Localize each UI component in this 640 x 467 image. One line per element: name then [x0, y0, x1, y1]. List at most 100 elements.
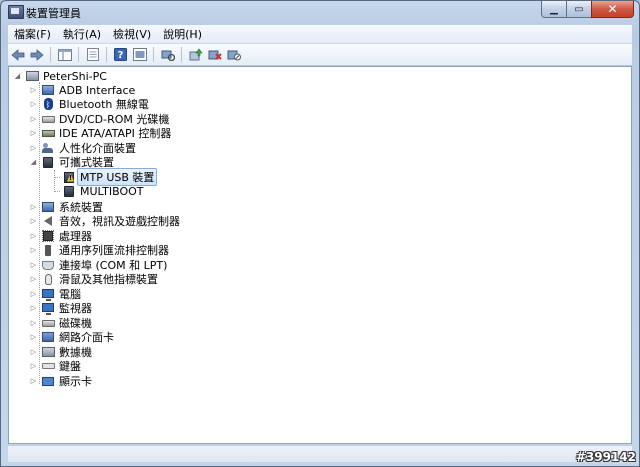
toolbar-separator — [106, 47, 107, 62]
menu-view[interactable]: 檢視(V) — [107, 26, 157, 42]
ide-controller-icon — [41, 127, 55, 140]
multiboot-device-icon — [62, 185, 76, 198]
toolbar-separator — [78, 47, 79, 62]
expand-arrow-icon[interactable]: ▷ — [29, 141, 38, 155]
speaker-icon — [41, 215, 55, 228]
menu-help[interactable]: 說明(H) — [157, 26, 208, 42]
tree-item-dvd-cdrom[interactable]: ▷ DVD/CD-ROM 光碟機 — [29, 112, 170, 126]
tree-item-bluetooth[interactable]: ▷ ᛒ Bluetooth 無線電 — [29, 97, 149, 111]
processor-icon — [41, 230, 55, 243]
forward-button[interactable] — [28, 46, 45, 63]
tree-item-keyboards[interactable]: ▷ 鍵盤 — [29, 359, 81, 373]
tree-item-network-adapters[interactable]: ▷ 網路介面卡 — [29, 330, 114, 344]
tree-item-label: 鍵盤 — [59, 360, 81, 373]
show-hidden-devices-button[interactable] — [131, 46, 148, 63]
expand-arrow-icon[interactable]: ▷ — [29, 200, 38, 214]
tree-item-label: MULTIBOOT — [80, 184, 144, 198]
minimize-icon: ▁ — [550, 3, 558, 15]
disable-button[interactable] — [225, 46, 242, 63]
tree-item-usb-controllers[interactable]: ▷ 通用序列匯流排控制器 — [29, 243, 169, 257]
expand-arrow-icon[interactable]: ▷ — [29, 316, 38, 330]
help-button[interactable]: ? — [112, 46, 129, 63]
mtp-warning-icon — [62, 171, 76, 184]
properties-sheet-icon — [86, 48, 99, 61]
tree-item-modems[interactable]: ▷ 數據機 — [29, 345, 92, 359]
toolbar: ? — [8, 44, 632, 66]
expand-arrow-icon[interactable]: ▷ — [29, 345, 38, 359]
expand-arrow-icon[interactable]: ▷ — [29, 301, 38, 315]
tree-item-computer[interactable]: ▷ 電腦 — [29, 287, 81, 301]
tree-item-adb-interface[interactable]: ▷ ADB Interface — [29, 83, 136, 97]
tree-item-mice[interactable]: ▷ 滑鼠及其他指標裝置 — [29, 272, 158, 286]
tree-item-processors[interactable]: ▷ 處理器 — [29, 229, 92, 243]
tree-connector-line — [54, 191, 60, 192]
monitor-icon — [41, 302, 55, 315]
bluetooth-icon: ᛒ — [41, 98, 55, 111]
menu-action[interactable]: 執行(A) — [57, 26, 107, 42]
expand-arrow-icon[interactable]: ▷ — [29, 112, 38, 126]
dvd-drive-icon — [41, 113, 55, 126]
tree-item-multiboot[interactable]: MULTIBOOT — [62, 184, 144, 198]
tree-item-portable-devices[interactable]: ◢ 可攜式裝置 — [29, 155, 114, 169]
disk-drive-icon — [41, 317, 55, 330]
scan-hardware-button[interactable] — [159, 46, 176, 63]
back-button[interactable] — [9, 46, 26, 63]
tree-connector-line — [54, 177, 60, 178]
tree-root-row[interactable]: ◢ PeterShi-PC — [13, 69, 107, 83]
port-icon — [41, 259, 55, 272]
expand-arrow-icon[interactable]: ▷ — [29, 83, 38, 97]
expand-arrow-icon[interactable]: ▷ — [29, 126, 38, 140]
show-hide-console-tree-button[interactable] — [56, 46, 73, 63]
modem-icon — [41, 346, 55, 359]
maximize-icon: ▭ — [574, 3, 584, 15]
tree-item-mtp-usb-device[interactable]: MTP USB 裝置 — [62, 168, 158, 186]
expand-arrow-icon[interactable]: ▷ — [29, 272, 38, 286]
network-adapter-icon — [41, 331, 55, 344]
tree-item-sound-video-game[interactable]: ▷ 音效，視訊及遊戲控制器 — [29, 214, 180, 228]
toolbar-separator — [50, 47, 51, 62]
expand-arrow-icon[interactable]: ▷ — [29, 229, 38, 243]
expand-arrow-icon[interactable]: ▷ — [29, 258, 38, 272]
tree-item-display-adapters[interactable]: ▷ 顯示卡 — [29, 374, 92, 388]
expand-arrow-icon[interactable]: ▷ — [29, 214, 38, 228]
expand-arrow-icon[interactable]: ▷ — [29, 97, 38, 111]
update-driver-button[interactable] — [187, 46, 204, 63]
tree-item-system-devices[interactable]: ▷ 系統裝置 — [29, 200, 103, 214]
tree-item-ports[interactable]: ▷ 連接埠 (COM 和 LPT) — [29, 258, 168, 272]
tree-item-label: 網路介面卡 — [59, 331, 114, 344]
expand-arrow-icon[interactable]: ▷ — [29, 243, 38, 257]
collapse-arrow-icon[interactable]: ◢ — [29, 155, 38, 169]
uninstall-button[interactable] — [206, 46, 223, 63]
minimize-button[interactable]: ▁ — [541, 1, 567, 18]
menu-file[interactable]: 檔案(F) — [8, 26, 57, 42]
properties-button[interactable] — [84, 46, 101, 63]
portable-device-icon — [41, 156, 55, 169]
expand-arrow-icon[interactable]: ▷ — [29, 359, 38, 373]
tree-item-label: 滑鼠及其他指標裝置 — [59, 273, 158, 286]
tree-item-monitors[interactable]: ▷ 監視器 — [29, 301, 92, 315]
device-manager-icon — [8, 5, 24, 19]
disable-icon — [227, 50, 241, 61]
tree-item-disk-drives[interactable]: ▷ 磁碟機 — [29, 316, 92, 330]
tree-root-label: PeterShi-PC — [43, 69, 107, 83]
collapse-arrow-icon[interactable]: ◢ — [13, 69, 22, 83]
title-bar[interactable]: 裝置管理員 ▁ ▭ ✕ — [1, 1, 639, 23]
expand-arrow-icon[interactable]: ▷ — [29, 330, 38, 344]
close-button[interactable]: ✕ — [591, 1, 634, 18]
uninstall-icon — [208, 50, 222, 60]
tree-item-ide-controller[interactable]: ▷ IDE ATA/ATAPI 控制器 — [29, 126, 172, 140]
tree-item-label: 監視器 — [59, 302, 92, 315]
tree-connector-line — [54, 170, 55, 192]
toolbar-separator — [181, 47, 182, 62]
maximize-button[interactable]: ▭ — [566, 1, 592, 18]
watermark: #399142 — [575, 450, 636, 464]
status-bar — [8, 445, 632, 462]
tree-item-hid[interactable]: ▷ 人性化介面裝置 — [29, 141, 136, 155]
expand-arrow-icon[interactable]: ▷ — [29, 287, 38, 301]
console-tree-icon — [57, 48, 72, 61]
hidden-devices-icon — [132, 48, 147, 61]
toolbar-separator — [153, 47, 154, 62]
device-tree-panel[interactable]: ◢ PeterShi-PC ▷ ADB Interface ▷ ᛒ Blueto… — [8, 66, 632, 444]
expand-arrow-icon[interactable]: ▷ — [29, 374, 38, 388]
back-arrow-icon — [10, 48, 24, 61]
